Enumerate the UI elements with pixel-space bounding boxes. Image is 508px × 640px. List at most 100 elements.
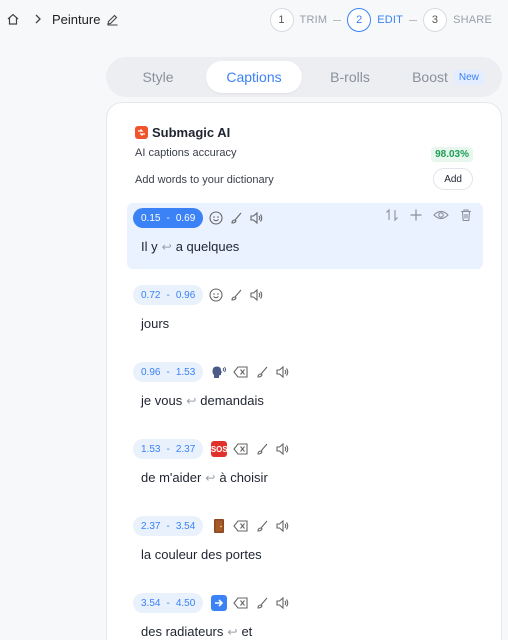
- caption-item[interactable]: 0.96-1.53 je vous ↩ demandais: [127, 357, 483, 423]
- delete-emoji-icon[interactable]: [233, 442, 249, 456]
- caption-word[interactable]: je vous: [141, 393, 182, 408]
- start-time: 0.72: [141, 289, 161, 301]
- sound-icon[interactable]: [249, 288, 263, 302]
- sound-icon[interactable]: [275, 596, 289, 610]
- brand-name: Submagic AI: [152, 125, 231, 140]
- step-number: 1: [269, 8, 294, 32]
- emoji-picker-icon[interactable]: [209, 288, 223, 302]
- caption-text[interactable]: des radiateurs ↩ et: [141, 624, 252, 639]
- new-badge: New: [453, 69, 484, 85]
- trash-icon[interactable]: [459, 208, 473, 222]
- caption-item[interactable]: 0.15-0.69 Il y ↩ a quelques: [127, 203, 483, 269]
- end-time: 0.96: [175, 289, 196, 301]
- start-time: 1.53: [141, 443, 161, 455]
- caption-word[interactable]: Il y: [141, 239, 158, 254]
- brush-icon[interactable]: [255, 442, 269, 456]
- step-share[interactable]: 3 SHARE: [423, 8, 492, 32]
- stepper: 1 TRIM 2 EDIT 3 SHARE: [269, 8, 492, 32]
- swap-icon[interactable]: [385, 208, 399, 222]
- dictionary-label: Add words to your dictionary: [135, 174, 274, 186]
- end-time: 0.69: [175, 212, 196, 224]
- brand: Submagic AI: [135, 125, 230, 140]
- start-time: 3.54: [141, 597, 161, 609]
- editor-tabs: Style Captions B-rolls Boost New: [106, 57, 502, 97]
- chevron-right-icon: [34, 11, 42, 27]
- tab-boost-label: Boost: [412, 69, 448, 85]
- captions-panel: Submagic AI AI captions accuracy 98.03% …: [106, 102, 502, 640]
- speaking-head-emoji-icon[interactable]: [211, 364, 227, 380]
- step-edit[interactable]: 2 EDIT: [347, 8, 403, 32]
- door-emoji-icon[interactable]: [211, 518, 227, 534]
- caption-text[interactable]: de m'aider ↩ à choisir: [141, 470, 268, 485]
- caption-item[interactable]: 0.72-0.96 jours: [127, 280, 483, 346]
- caption-text[interactable]: la couleur des portes: [141, 547, 262, 562]
- brush-icon[interactable]: [255, 519, 269, 533]
- sound-icon[interactable]: [249, 211, 263, 225]
- emoji-picker-icon[interactable]: [209, 211, 223, 225]
- sound-icon[interactable]: [275, 519, 289, 533]
- submagic-logo-icon: [135, 126, 148, 139]
- sound-icon[interactable]: [275, 365, 289, 379]
- end-time: 1.53: [175, 366, 196, 378]
- caption-word[interactable]: la couleur des portes: [141, 547, 262, 562]
- sos-emoji-icon[interactable]: SOS: [211, 441, 228, 457]
- delete-emoji-icon[interactable]: [233, 596, 249, 610]
- step-number: 3: [423, 8, 448, 32]
- caption-text[interactable]: jours: [141, 316, 169, 331]
- start-time: 0.96: [141, 366, 161, 378]
- end-time: 4.50: [175, 597, 196, 609]
- line-break-icon[interactable]: ↩: [205, 471, 215, 485]
- top-bar: Peinture 1 TRIM 2 EDIT 3 SHARE: [0, 0, 508, 42]
- line-break-icon[interactable]: ↩: [162, 240, 172, 254]
- timestamp-pill[interactable]: 0.15-0.69: [133, 208, 204, 228]
- tab-brolls[interactable]: B-rolls: [302, 61, 398, 93]
- caption-word[interactable]: à choisir: [219, 470, 267, 485]
- breadcrumb: Peinture: [6, 11, 119, 27]
- timestamp-pill[interactable]: 0.96-1.53: [133, 362, 204, 382]
- caption-word[interactable]: et: [241, 624, 252, 639]
- delete-emoji-icon[interactable]: [233, 365, 249, 379]
- line-break-icon[interactable]: ↩: [227, 625, 237, 639]
- caption-word[interactable]: a quelques: [176, 239, 240, 254]
- pencil-icon[interactable]: [106, 13, 119, 26]
- step-label: EDIT: [377, 14, 404, 26]
- line-break-icon[interactable]: ↩: [186, 394, 196, 408]
- tab-boost[interactable]: Boost New: [398, 61, 498, 93]
- brush-icon[interactable]: [229, 288, 243, 302]
- step-divider: [333, 19, 342, 21]
- caption-text[interactable]: Il y ↩ a quelques: [141, 239, 239, 254]
- timestamp-pill[interactable]: 2.37-3.54: [133, 516, 204, 536]
- timestamp-pill[interactable]: 0.72-0.96: [133, 285, 204, 305]
- caption-word[interactable]: demandais: [200, 393, 264, 408]
- brush-icon[interactable]: [255, 365, 269, 379]
- step-label: SHARE: [453, 14, 492, 26]
- project-title: Peinture: [52, 11, 101, 27]
- eye-icon[interactable]: [433, 208, 449, 222]
- caption-item[interactable]: 1.53-2.37 SOS de m'aider ↩ à choisir: [127, 434, 483, 500]
- caption-word[interactable]: jours: [141, 316, 169, 331]
- sound-icon[interactable]: [275, 442, 289, 456]
- delete-emoji-icon[interactable]: [233, 519, 249, 533]
- brush-icon[interactable]: [255, 596, 269, 610]
- timestamp-pill[interactable]: 1.53-2.37: [133, 439, 204, 459]
- end-time: 2.37: [175, 443, 196, 455]
- caption-tools: [375, 208, 473, 222]
- step-divider: [409, 19, 418, 21]
- end-time: 3.54: [175, 520, 196, 532]
- timestamp-pill[interactable]: 3.54-4.50: [133, 593, 204, 613]
- tab-style[interactable]: Style: [110, 61, 206, 93]
- right-arrow-emoji-icon[interactable]: [211, 595, 228, 611]
- step-number: 2: [347, 8, 372, 32]
- caption-item[interactable]: 2.37-3.54 la couleur des portes: [127, 511, 483, 577]
- home-icon[interactable]: [6, 12, 20, 26]
- add-dictionary-button[interactable]: Add: [433, 168, 473, 190]
- step-trim[interactable]: 1 TRIM: [269, 8, 328, 32]
- brush-icon[interactable]: [229, 211, 243, 225]
- caption-word[interactable]: des radiateurs: [141, 624, 223, 639]
- caption-word[interactable]: de m'aider: [141, 470, 201, 485]
- caption-text[interactable]: je vous ↩ demandais: [141, 393, 264, 408]
- caption-item[interactable]: 3.54-4.50 des radiateurs ↩ et: [127, 588, 483, 640]
- start-time: 0.15: [141, 212, 161, 224]
- tab-captions[interactable]: Captions: [206, 61, 302, 93]
- plus-icon[interactable]: [409, 208, 423, 222]
